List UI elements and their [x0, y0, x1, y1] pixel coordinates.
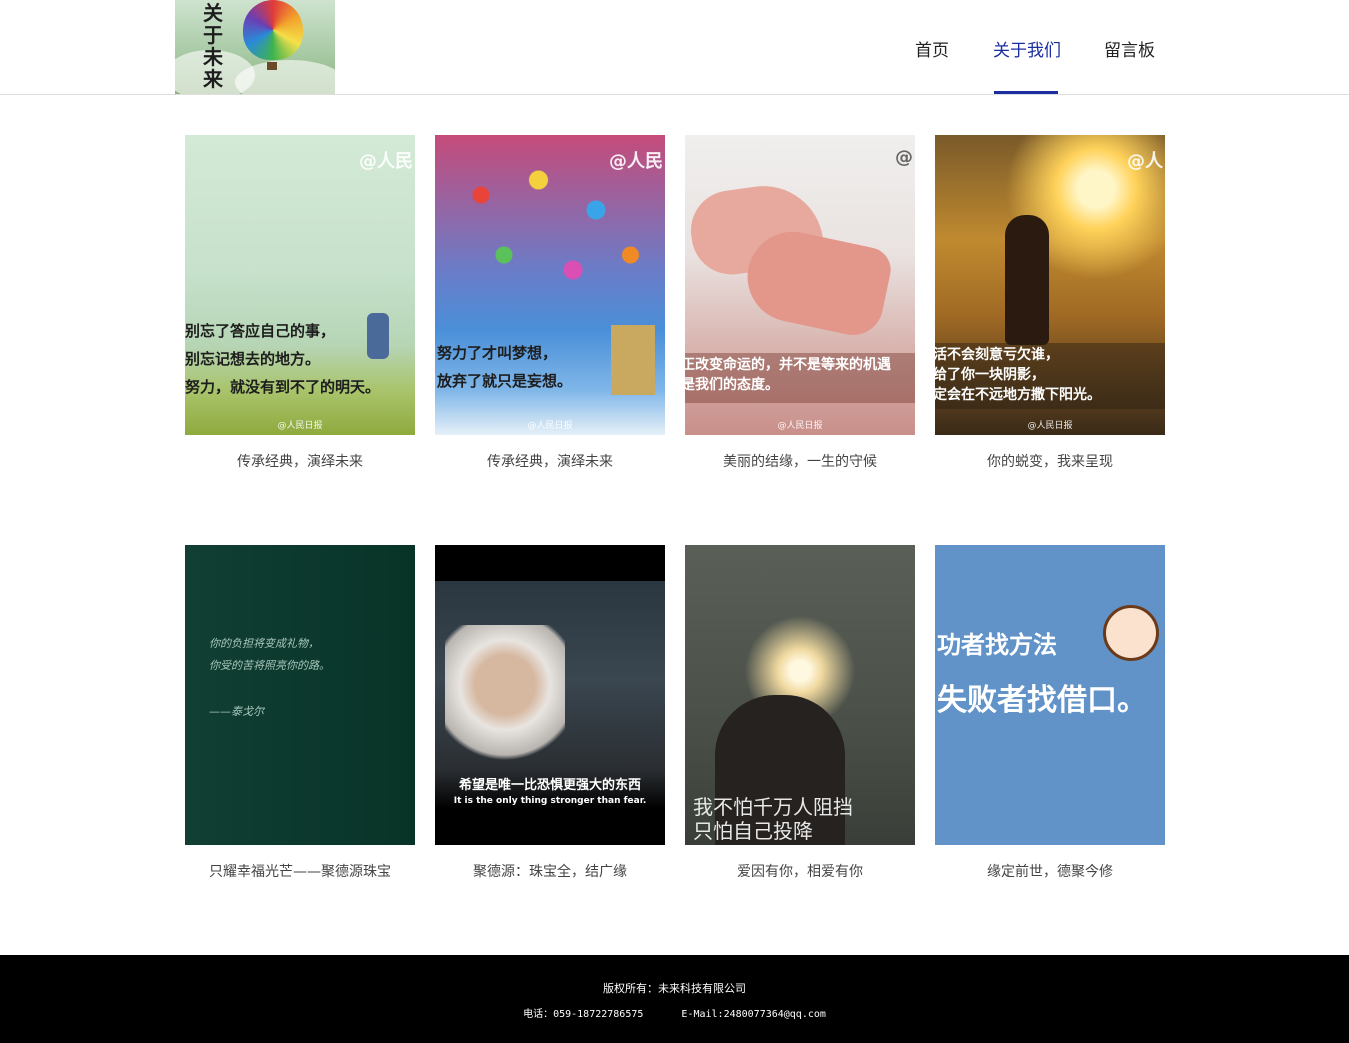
overlay-line: 希望是唯一比恐惧更强大的东西 [458, 778, 641, 793]
gallery-card[interactable]: @人 活不会刻意亏欠谁， 给了你一块阴影， 定会在不远地方撒下阳光。 @人民日报… [935, 135, 1165, 470]
cyclist-figure [1005, 215, 1049, 345]
gallery-image[interactable]: @人 活不会刻意亏欠谁， 给了你一块阴影， 定会在不远地方撒下阳光。 @人民日报 [935, 135, 1165, 435]
gallery-card[interactable]: @ 正改变命运的，并不是等来的机遇 是我们的态度。 @人民日报 美丽的结缘，一生… [685, 135, 915, 470]
gallery-card[interactable]: 希望是唯一比恐惧更强大的东西 It is the only thing stro… [435, 545, 665, 880]
overlay-line: 活不会刻意亏欠谁， [935, 347, 1059, 363]
overlay-line: 定会在不远地方撒下阳光。 [935, 387, 1101, 403]
nav-active-indicator [994, 91, 1058, 94]
site-logo[interactable]: 关于未来 [175, 0, 335, 94]
overlay-line: 我不怕千万人阻挡 [693, 795, 853, 819]
card-caption: 你的蜕变，我来呈现 [987, 454, 1113, 470]
footer-phone: 电话：059-18722786575 [523, 1009, 644, 1020]
gallery-image[interactable]: 功者找方法 失败者找借口。 [935, 545, 1165, 845]
card-caption: 只耀幸福光芒——聚德源珠宝 [209, 864, 391, 880]
footer-email[interactable]: E-Mail:2480077364@qq.com [681, 1009, 826, 1020]
overlay-line: 放弃了就只是妄想。 [437, 372, 573, 390]
site-header: 关于未来 首页 关于我们 留言板 [0, 0, 1349, 95]
card-caption: 爱因有你，相爱有你 [737, 864, 863, 880]
hot-air-balloon-icon [243, 0, 303, 60]
overlay-line: 失败者找借口。 [937, 683, 1147, 718]
gallery-card[interactable]: @人民 别忘了答应自己的事， 别忘记想去的地方。 努力，就没有到不了的明天。 @… [185, 135, 415, 470]
nav-home[interactable]: 首页 [915, 36, 949, 61]
weibo-watermark-icon: @ [895, 147, 913, 168]
weibo-watermark-icon: @人 [1127, 151, 1163, 172]
card-caption: 缘定前世，德聚今修 [987, 864, 1113, 880]
nav-message-board[interactable]: 留言板 [1104, 36, 1155, 61]
image-source-mark: @人民日报 [277, 421, 323, 431]
gallery-image[interactable]: 我不怕千万人阻挡 只怕自己投降 [685, 545, 915, 845]
nav-about-us[interactable]: 关于我们 [993, 36, 1061, 61]
overlay-line: 努力了才叫梦想， [437, 344, 558, 362]
overlay-line: 是我们的态度。 [685, 377, 779, 393]
gallery-card[interactable]: 我不怕千万人阻挡 只怕自己投降 爱因有你，相爱有你 [685, 545, 915, 880]
gallery-image[interactable]: @ 正改变命运的，并不是等来的机遇 是我们的态度。 @人民日报 [685, 135, 915, 435]
footer-contact: 电话：059-18722786575 E-Mail:2480077364@qq.… [0, 1005, 1349, 1020]
image-source-mark: @人民日报 [527, 421, 573, 431]
site-footer: 版权所有：未来科技有限公司 电话：059-18722786575 E-Mail:… [0, 955, 1349, 1043]
overlay-line: 别忘记想去的地方。 [185, 350, 321, 368]
card-caption: 传承经典，演绎未来 [487, 454, 613, 470]
overlay-line: 只怕自己投降 [693, 819, 813, 843]
card-caption: 聚德源：珠宝全，结广缘 [473, 864, 627, 880]
overlay-line: 努力，就没有到不了的明天。 [185, 378, 381, 396]
balloon-basket-icon [267, 62, 277, 70]
gallery-image[interactable]: 你的负担将变成礼物， 你受的苦将照亮你的路。 ——泰戈尔 [185, 545, 415, 845]
logo-calligraphy-text: 关于未来 [203, 1, 223, 91]
old-man-figure [445, 625, 565, 775]
gallery-card[interactable]: @人民 努力了才叫梦想， 放弃了就只是妄想。 @人民日报 传承经典，演绎未来 [435, 135, 665, 470]
card-caption: 美丽的结缘，一生的守候 [723, 454, 877, 470]
footer-copyright: 版权所有：未来科技有限公司 [603, 982, 746, 995]
overlay-line: 别忘了答应自己的事， [185, 322, 336, 340]
overlay-line: 正改变命运的，并不是等来的机遇 [685, 357, 891, 373]
gallery-card[interactable]: 功者找方法 失败者找借口。 缘定前世，德聚今修 [935, 545, 1165, 880]
image-source-mark: @人民日报 [777, 421, 823, 431]
overlay-line: 给了你一块阴影， [935, 367, 1045, 383]
overlay-line: 你的负担将变成礼物， [209, 637, 319, 650]
overlay-line: It is the only thing stronger than fear. [453, 796, 647, 806]
gallery-image[interactable]: @人民 努力了才叫梦想， 放弃了就只是妄想。 @人民日报 [435, 135, 665, 435]
weibo-watermark-icon: @人民 [359, 151, 413, 172]
gallery-image[interactable]: @人民 别忘了答应自己的事， 别忘记想去的地方。 努力，就没有到不了的明天。 @… [185, 135, 415, 435]
weibo-watermark-icon: @人民 [609, 151, 663, 172]
gallery-card[interactable]: 你的负担将变成礼物， 你受的苦将照亮你的路。 ——泰戈尔 只耀幸福光芒——聚德源… [185, 545, 415, 880]
overlay-line: 功者找方法 [937, 631, 1057, 659]
gallery-image[interactable]: 希望是唯一比恐惧更强大的东西 It is the only thing stro… [435, 545, 665, 845]
card-caption: 传承经典，演绎未来 [237, 454, 363, 470]
overlay-line: 你受的苦将照亮你的路。 [209, 659, 330, 672]
overlay-line: ——泰戈尔 [209, 705, 264, 718]
image-source-mark: @人民日报 [1027, 421, 1073, 431]
house-figure [611, 325, 655, 395]
